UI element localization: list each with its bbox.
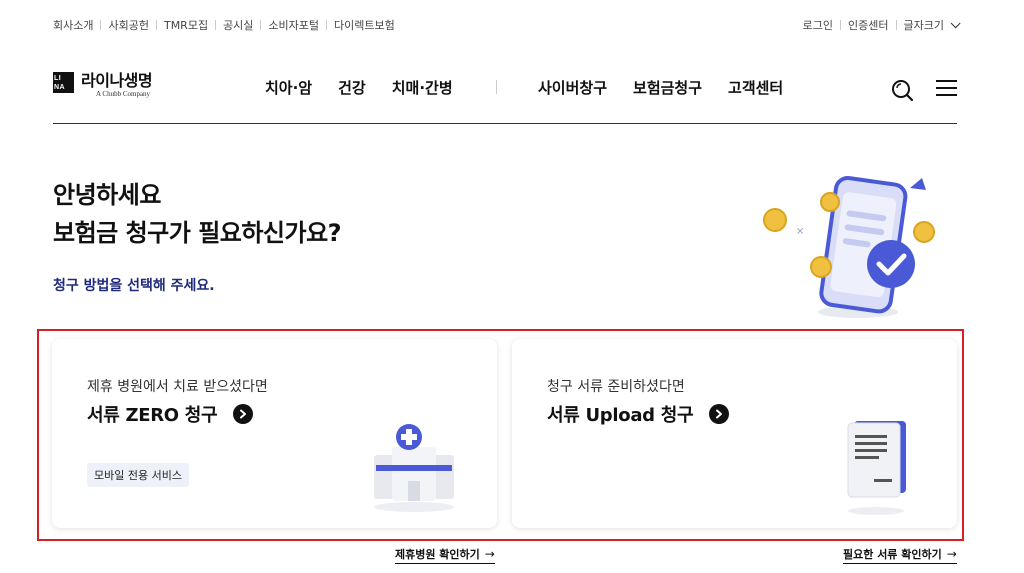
card-upload-title[interactable]: 서류 Upload 청구: [547, 401, 730, 427]
arrow-right-icon: →: [484, 547, 495, 561]
partner-hospital-link-text: 제휴병원 확인하기: [395, 548, 480, 561]
search-icon: [892, 80, 914, 102]
document-icon: [842, 417, 912, 517]
logo-name: 라이나생명: [81, 71, 153, 90]
main-nav-products: 치아·암 건강 치매·간병: [265, 77, 479, 98]
nav-item-cyber-desk[interactable]: 사이버창구: [538, 77, 607, 98]
partner-hospital-link[interactable]: 제휴병원 확인하기 →: [395, 546, 495, 564]
util-link-consumer[interactable]: 소비자포털: [253, 17, 319, 33]
certification-link[interactable]: 인증센터: [833, 17, 888, 33]
hospital-icon: [368, 421, 468, 513]
card-zero-caption: 제휴 병원에서 치료 받으셨다면: [87, 379, 268, 395]
card-upload-caption: 청구 서류 준비하셨다면: [547, 379, 685, 395]
hamburger-menu-icon[interactable]: [936, 80, 957, 98]
nav-item-health[interactable]: 건강: [338, 77, 366, 98]
logo-subtitle: A Chubb Company: [96, 90, 151, 98]
arrow-right-icon: →: [946, 547, 957, 561]
card-zero-title[interactable]: 서류 ZERO 청구: [87, 401, 254, 427]
nav-divider: [496, 80, 497, 94]
util-link-social[interactable]: 사회공헌: [93, 17, 148, 33]
logo-mark: LI NA: [53, 72, 74, 93]
font-size-dropdown[interactable]: 글자크기: [889, 17, 961, 33]
main-header: LI NA 라이나생명 A Chubb Company 치아·암 건강 치매·간…: [53, 55, 957, 124]
hero-subtitle: 청구 방법을 선택해 주세요.: [53, 278, 215, 294]
utility-links-right: 로그인 인증센터 글자크기: [803, 17, 961, 33]
nav-item-dental-cancer[interactable]: 치아·암: [265, 77, 312, 98]
util-link-company[interactable]: 회사소개: [53, 17, 93, 33]
hero-greeting: 안녕하세요: [53, 181, 161, 209]
page-title: 안녕하세요 보험금 청구가 필요하신가요?: [53, 176, 342, 252]
claim-card-zero[interactable]: 제휴 병원에서 치료 받으셨다면 서류 ZERO 청구 모바일 전용 서비스: [52, 339, 497, 528]
nav-item-customer-center[interactable]: 고객센터: [728, 77, 783, 98]
utility-links-left: 회사소개 사회공헌 TMR모집 공시실 소비자포털 다이렉트보험: [53, 17, 395, 33]
util-link-direct[interactable]: 다이렉트보험: [319, 17, 395, 33]
logo[interactable]: LI NA 라이나생명 A Chubb Company: [53, 71, 153, 99]
main-nav-services: 사이버창구 보험금청구 고객센터: [538, 77, 809, 98]
arrow-right-icon[interactable]: [709, 404, 730, 424]
nav-item-dementia-care[interactable]: 치매·간병: [392, 77, 453, 98]
nav-item-claims[interactable]: 보험금청구: [633, 77, 702, 98]
card-upload-title-text: 서류 Upload 청구: [547, 405, 694, 426]
mobile-only-badge: 모바일 전용 서비스: [87, 463, 189, 487]
search-button[interactable]: [891, 79, 914, 102]
phone-check-illustration: ×: [758, 172, 948, 322]
claim-card-upload[interactable]: 청구 서류 준비하셨다면 서류 Upload 청구: [512, 339, 957, 528]
svg-text:×: ×: [796, 226, 804, 237]
util-link-disclosure[interactable]: 공시실: [208, 17, 253, 33]
card-zero-title-text: 서류 ZERO 청구: [87, 405, 218, 426]
arrow-right-icon[interactable]: [233, 404, 254, 424]
login-link[interactable]: 로그인: [803, 17, 833, 33]
hero-question: 보험금 청구가 필요하신가요?: [53, 219, 342, 247]
chevron-down-icon: [950, 17, 961, 28]
util-link-tmr[interactable]: TMR모집: [149, 17, 208, 33]
logo-mark-line2: NA: [54, 84, 66, 91]
logo-mark-line1: LI: [54, 75, 62, 82]
font-size-label: 글자크기: [903, 19, 944, 32]
required-documents-link-text: 필요한 서류 확인하기: [843, 548, 942, 561]
required-documents-link[interactable]: 필요한 서류 확인하기 →: [843, 546, 957, 564]
